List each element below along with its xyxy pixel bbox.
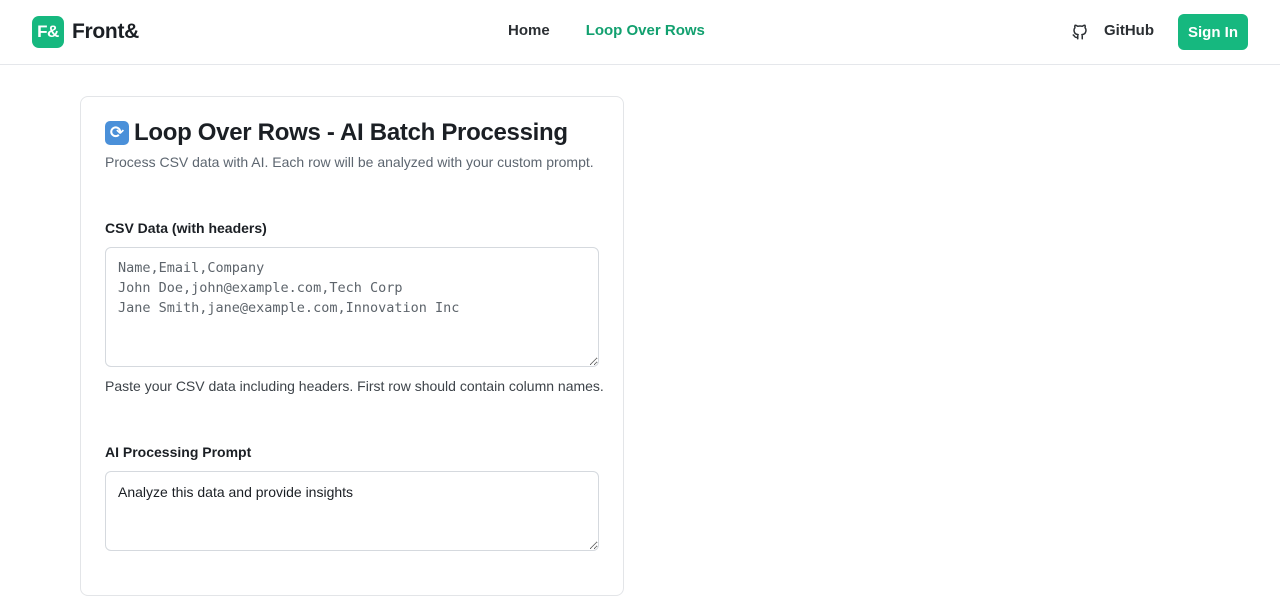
ai-prompt-label: AI Processing Prompt bbox=[105, 444, 252, 460]
cycle-arrows-icon: ⟳ bbox=[105, 121, 129, 145]
nav-link-loop-over-rows[interactable]: Loop Over Rows bbox=[586, 22, 705, 39]
github-link[interactable]: GitHub bbox=[1104, 22, 1154, 39]
github-icon[interactable] bbox=[1071, 23, 1089, 41]
batch-processing-card: ⟳ Loop Over Rows - AI Batch Processing P… bbox=[80, 96, 624, 596]
brand-name: Front& bbox=[72, 20, 140, 43]
page-title-row: ⟳ Loop Over Rows - AI Batch Processing bbox=[105, 119, 568, 147]
ai-prompt-input[interactable]: Analyze this data and provide insights bbox=[105, 471, 599, 551]
csv-data-label: CSV Data (with headers) bbox=[105, 220, 267, 236]
page-subtitle: Process CSV data with AI. Each row will … bbox=[105, 154, 594, 170]
brand[interactable]: F& Front& bbox=[32, 16, 139, 48]
main-nav: Home Loop Over Rows bbox=[508, 22, 705, 39]
top-navbar: F& Front& Home Loop Over Rows GitHub Sig… bbox=[0, 0, 1280, 65]
csv-help-text: Paste your CSV data including headers. F… bbox=[105, 378, 604, 394]
brand-logo-icon: F& bbox=[32, 16, 64, 48]
csv-data-input[interactable] bbox=[105, 247, 599, 367]
nav-link-home[interactable]: Home bbox=[508, 22, 550, 39]
sign-in-button[interactable]: Sign In bbox=[1178, 14, 1248, 50]
page-title: Loop Over Rows - AI Batch Processing bbox=[134, 119, 568, 146]
